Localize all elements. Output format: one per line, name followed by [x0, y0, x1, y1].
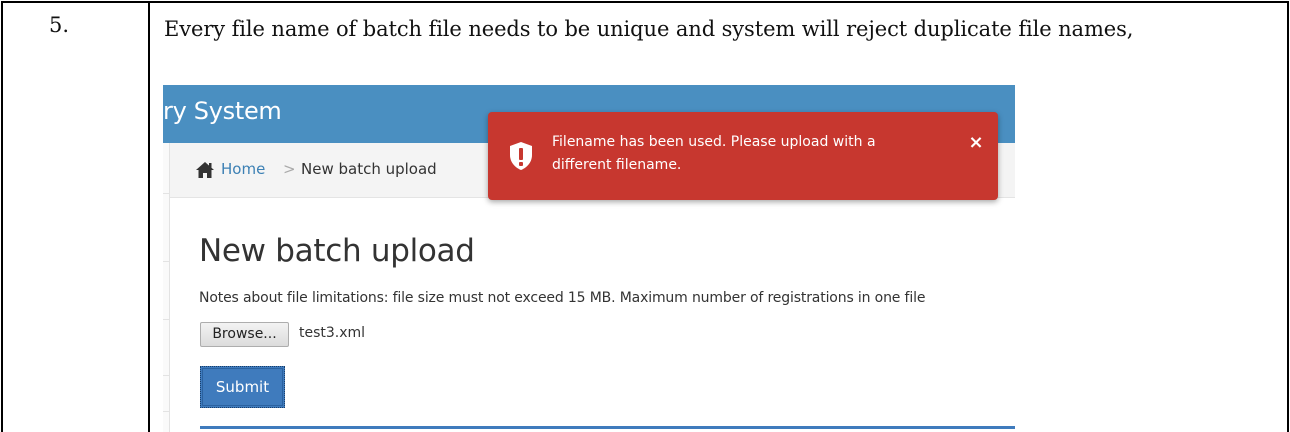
page-title: New batch upload	[199, 233, 475, 269]
home-icon[interactable]	[195, 161, 215, 179]
breadcrumb-current: New batch upload	[301, 160, 437, 178]
breadcrumb-home-link[interactable]: Home	[221, 160, 265, 178]
breadcrumb-separator: >	[283, 160, 296, 178]
selected-file-name: test3.xml	[299, 325, 366, 341]
sidebar-edge	[163, 143, 170, 432]
browse-button[interactable]: Browse...	[200, 322, 289, 347]
step-description: Every file name of batch file needs to b…	[164, 17, 1134, 41]
shield-exclamation-icon	[510, 142, 532, 170]
submit-button[interactable]: Submit	[200, 366, 285, 408]
instruction-table: 5. Every file name of batch file needs t…	[0, 0, 1290, 432]
step-number-cell: 5.	[1, 1, 150, 432]
divider	[200, 426, 1015, 429]
step-number: 5.	[49, 13, 70, 37]
file-limitations-notes: Notes about file limitations: file size …	[199, 290, 926, 306]
app-title: ry System	[163, 97, 282, 125]
close-icon[interactable]: ×	[966, 133, 986, 153]
error-alert: Filename has been used. Please upload wi…	[488, 112, 998, 200]
alert-message: Filename has been used. Please upload wi…	[552, 134, 876, 173]
app-screenshot: ry System Home > New batch upload New ba…	[163, 85, 1015, 432]
